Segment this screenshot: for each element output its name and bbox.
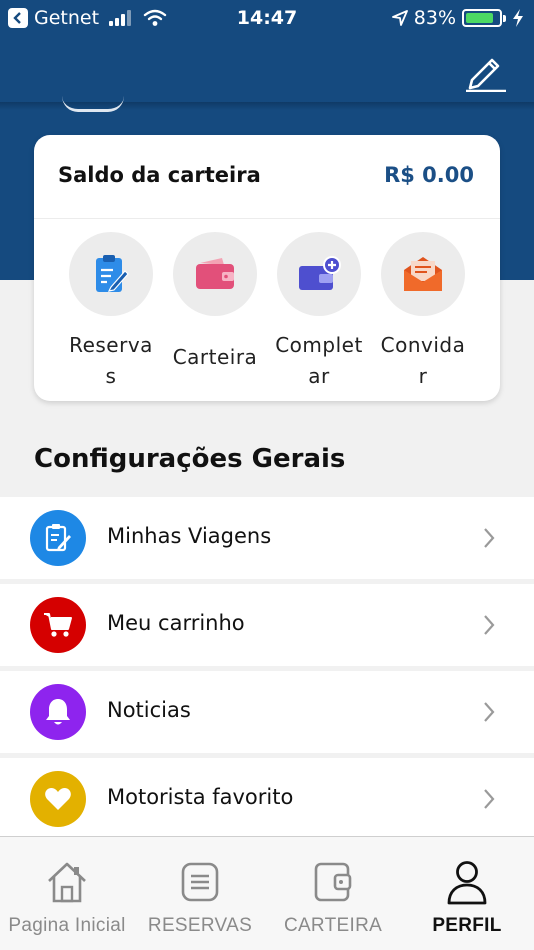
- action-label: Complet ar: [275, 333, 363, 388]
- chevron-right-icon: [484, 789, 495, 809]
- bell-icon: [30, 684, 86, 740]
- action-label: Convida r: [380, 333, 466, 388]
- menu-item-noticias[interactable]: Noticias: [0, 671, 534, 753]
- action-label: Carteira: [172, 345, 258, 369]
- envelope-icon: [404, 257, 442, 291]
- chevron-right-icon: [484, 702, 495, 722]
- menu-item-motorista-favorito[interactable]: Motorista favorito: [0, 758, 534, 840]
- nav-label: CARTEIRA: [283, 915, 383, 936]
- nav-label: PERFIL: [432, 915, 502, 936]
- battery-percent: 83%: [413, 7, 456, 29]
- wallet-balance: R$ 0.00: [384, 163, 474, 187]
- heart-icon: [30, 771, 86, 827]
- wallet-icon: [314, 862, 352, 902]
- wallet-icon: [196, 258, 234, 289]
- nav-label: RESERVAS: [147, 915, 253, 936]
- chevron-right-icon: [484, 528, 495, 548]
- clipboard-icon: [30, 510, 86, 566]
- avatar: [62, 96, 124, 112]
- location-arrow-icon: [391, 10, 408, 26]
- cart-icon: [30, 597, 86, 653]
- nav-label: Pagina Inicial: [8, 915, 126, 936]
- nav-carteira[interactable]: CARTEIRA: [266, 837, 400, 950]
- action-carteira[interactable]: Carteira: [162, 232, 268, 373]
- list-icon: [181, 862, 219, 902]
- wallet-card: Saldo da carteira R$ 0.00 Reserva s Cart…: [34, 135, 500, 401]
- action-label: Reserva s: [69, 333, 153, 388]
- action-convidar[interactable]: Convida r: [370, 232, 476, 392]
- action-icon-circle: [381, 232, 465, 316]
- clipboard-icon: [96, 255, 129, 292]
- menu-item-meu-carrinho[interactable]: Meu carrinho: [0, 584, 534, 666]
- action-icon-circle: [173, 232, 257, 316]
- card-divider: [34, 218, 500, 219]
- charging-bolt-icon: [513, 9, 523, 27]
- pencil-icon[interactable]: [462, 50, 506, 92]
- action-completar[interactable]: Complet ar: [266, 232, 372, 392]
- menu-label: Motorista favorito: [107, 785, 294, 809]
- nav-reservas[interactable]: RESERVAS: [134, 837, 266, 950]
- action-reservas[interactable]: Reserva s: [58, 232, 164, 392]
- section-title: Configurações Gerais: [34, 444, 346, 474]
- wallet-title: Saldo da carteira: [58, 163, 261, 187]
- menu-label: Meu carrinho: [107, 611, 245, 635]
- nav-pagina-inicial[interactable]: Pagina Inicial: [0, 837, 134, 950]
- status-bar: Getnet 14:47 83%: [0, 0, 534, 36]
- bottom-nav: Pagina Inicial RESERVAS CARTEIRA PERFIL: [0, 836, 534, 950]
- status-right: 83%: [391, 7, 524, 29]
- home-icon: [48, 862, 86, 903]
- action-icon-circle: [69, 232, 153, 316]
- nav-perfil[interactable]: PERFIL: [400, 837, 534, 950]
- menu-label: Minhas Viagens: [107, 524, 272, 548]
- chevron-right-icon: [484, 615, 495, 635]
- action-icon-circle: [277, 232, 361, 316]
- menu-label: Noticias: [107, 698, 191, 722]
- menu-item-minhas-viagens[interactable]: Minhas Viagens: [0, 497, 534, 579]
- add-card-icon: [299, 256, 341, 290]
- user-icon: [447, 861, 487, 905]
- battery-icon: [462, 9, 506, 27]
